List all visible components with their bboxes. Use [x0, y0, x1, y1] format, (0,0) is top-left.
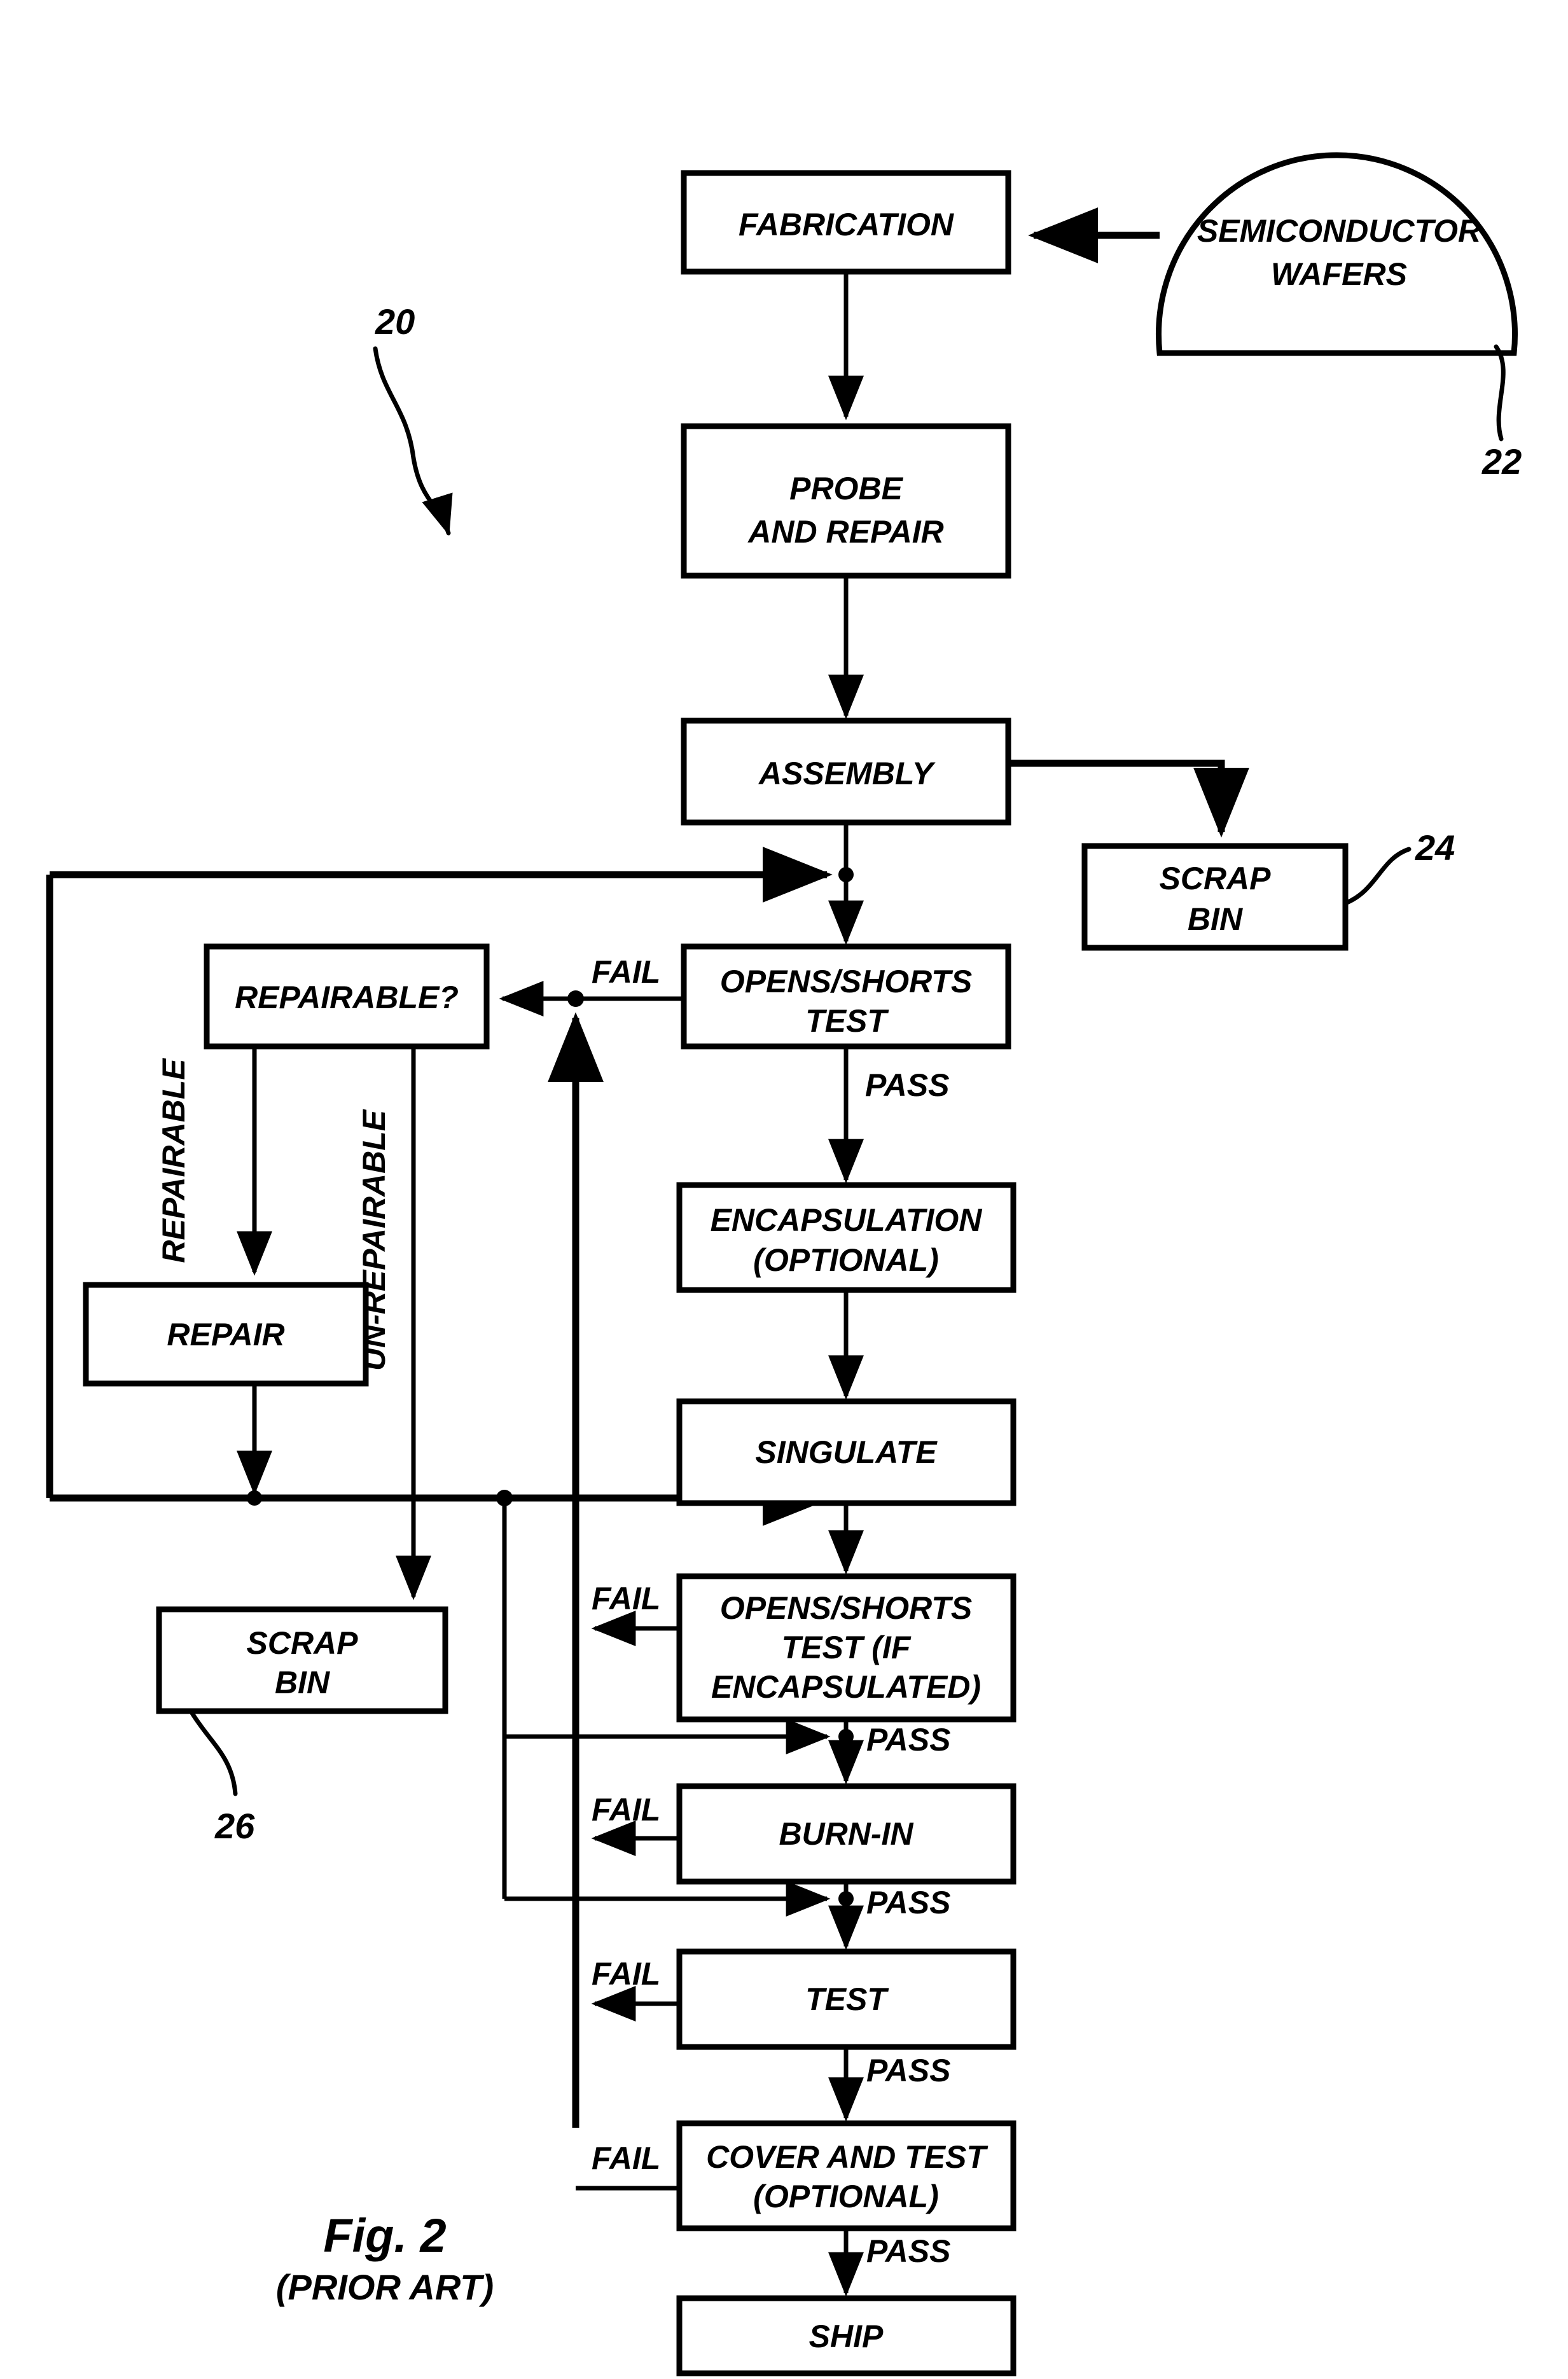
probe-label-line2: AND REPAIR	[747, 514, 943, 550]
leader-line-22	[1494, 344, 1506, 441]
scrapbin24-label-line2: BIN	[1188, 901, 1243, 937]
openshorts-label-line1: OPENS/SHORTS	[720, 964, 972, 999]
ref-numeral-24: 24	[1415, 828, 1455, 868]
junction-dot-repair-return	[247, 1490, 262, 1506]
node-burn-in: BURN-IN	[676, 1783, 1016, 1885]
test-label: TEST	[805, 1981, 889, 2017]
leader-line-24	[1343, 847, 1412, 906]
burnin-label: BURN-IN	[779, 1816, 913, 1852]
assembly-label: ASSEMBLY	[758, 756, 936, 791]
scrapbin26-label-line2: BIN	[275, 1665, 330, 1700]
encapsulation-label-line2: (OPTIONAL)	[753, 1242, 939, 1278]
ref-numeral-26: 26	[214, 1806, 255, 1846]
wafer-label-line1: SEMICONDUCTOR	[1197, 213, 1481, 249]
edge-label-fail-3: FAIL	[592, 1792, 660, 1828]
encapsulation-label-line1: ENCAPSULATION	[711, 1202, 983, 1238]
leader-line-26	[188, 1709, 238, 1796]
edge-label-repairable: REPAIRABLE	[156, 1058, 191, 1263]
leader-arrow-20	[373, 346, 453, 536]
covertest-label-line1: COVER AND TEST	[706, 2139, 989, 2175]
edge-label-fail-1: FAIL	[592, 954, 660, 990]
wafer-label-line2: WAFERS	[1271, 256, 1407, 292]
node-singulate: SINGULATE	[676, 1398, 1016, 1506]
ref-numeral-22: 22	[1481, 441, 1522, 482]
repairable-label: REPAIRABLE?	[235, 980, 459, 1015]
ref-numeral-20: 20	[375, 302, 415, 342]
edge-label-pass-3: PASS	[866, 1885, 950, 1920]
node-repair: REPAIR	[83, 1282, 369, 1387]
edge-label-fail-4: FAIL	[592, 1956, 660, 1992]
ship-label: SHIP	[809, 2319, 884, 2354]
edge-label-pass-5: PASS	[866, 2233, 950, 2269]
edge-assembly-to-scrapbin24	[1008, 759, 1249, 838]
node-scrap-bin-24: SCRAP BIN	[1081, 843, 1349, 951]
covertest-label-line2: (OPTIONAL)	[753, 2179, 939, 2214]
node-opens-shorts-test-encapsulated: OPENS/SHORTS TEST (IF ENCAPSULATED)	[676, 1573, 1016, 1723]
edge-label-fail-5: FAIL	[592, 2140, 660, 2176]
node-opens-shorts-test: OPENS/SHORTS TEST	[681, 943, 1011, 1050]
scrapbin26-label-line1: SCRAP	[246, 1625, 358, 1661]
node-ship: SHIP	[676, 2295, 1016, 2376]
junction-dot-fail-collector	[567, 990, 584, 1007]
openshorts-enc-label-line3: ENCAPSULATED)	[711, 1669, 981, 1705]
node-repairable-decision: REPAIRABLE?	[204, 943, 490, 1050]
node-probe-and-repair: PROBE AND REPAIR	[681, 423, 1011, 579]
node-cover-and-test: COVER AND TEST (OPTIONAL)	[676, 2120, 1016, 2231]
openshorts-enc-label-line2: TEST (IF	[782, 1630, 912, 1665]
probe-label-line1: PROBE	[789, 471, 903, 506]
figure-2-flowchart: SEMICONDUCTOR WAFERS 22 FABRICATION 20 P…	[46, 152, 1522, 2376]
edge-label-fail-2: FAIL	[592, 1581, 660, 1616]
wafer-shape	[1156, 152, 1518, 356]
repair-label: REPAIR	[167, 1317, 284, 1352]
junction-dot-top-loop	[838, 867, 854, 882]
scrapbin24-label-line1: SCRAP	[1159, 861, 1271, 896]
openshorts-enc-label-line1: OPENS/SHORTS	[720, 1590, 972, 1626]
node-scrap-bin-26: SCRAP BIN	[156, 1606, 448, 1714]
node-semiconductor-wafers: SEMICONDUCTOR WAFERS	[1156, 152, 1518, 356]
edge-label-pass-4: PASS	[866, 2053, 950, 2088]
node-assembly: ASSEMBLY	[681, 718, 1011, 826]
singulate-label: SINGULATE	[755, 1434, 938, 1470]
node-test: TEST	[676, 1948, 1016, 2050]
openshorts-label-line2: TEST	[805, 1003, 889, 1039]
node-fabrication: FABRICATION	[681, 170, 1011, 275]
fabrication-label: FABRICATION	[739, 207, 954, 242]
node-encapsulation: ENCAPSULATION (OPTIONAL)	[676, 1182, 1016, 1293]
figure-caption: Fig. 2	[323, 2209, 446, 2262]
edge-label-pass-1: PASS	[865, 1067, 949, 1103]
figure-caption-sub: (PRIOR ART)	[276, 2267, 494, 2307]
edge-label-pass-2: PASS	[866, 1722, 950, 1758]
